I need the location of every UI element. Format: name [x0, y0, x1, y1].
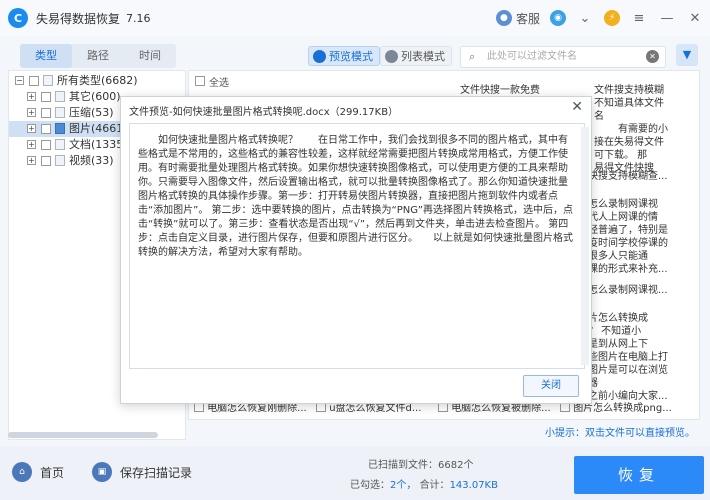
title-bar: C 失易得数据恢复 7.16 ● 客服 ◉ ⌄ ⚡ ≡ — ✕ — [0, 0, 710, 36]
filter-icon: ▼ — [682, 48, 692, 61]
tree-item-label: 视频(33) — [69, 154, 114, 167]
horizontal-scrollbar[interactable] — [8, 432, 158, 438]
expand-icon[interactable]: + — [27, 124, 36, 133]
sidebar-tabs: 类型 路径 时间 — [20, 44, 176, 68]
tab-path[interactable]: 路径 — [72, 44, 124, 68]
tip-text: 小提示：双击文件可以直接预览。 — [545, 424, 695, 439]
close-window-icon[interactable]: ✕ — [686, 11, 704, 26]
tree-item-label: 所有类型(6682) — [57, 74, 138, 87]
customer-service-label: 客服 — [515, 11, 540, 26]
dropdown-menu-icon[interactable]: ⌄ — [576, 11, 594, 26]
customer-service-button[interactable]: ● 客服 — [495, 10, 540, 27]
selection-summary: 已勾选：2个， 合计：143.07KB — [350, 480, 498, 491]
file-icon — [55, 91, 65, 102]
folder-icon — [43, 75, 53, 86]
thumbnail-caption: 怎么录制网课视... — [588, 285, 668, 296]
file-name: 电脑怎么恢复被删除... — [451, 403, 551, 414]
app-logo-icon: C — [8, 8, 28, 28]
checkbox[interactable] — [41, 140, 51, 150]
file-preview-dialog: 文件预览-如何快速批量图片格式转换呢.docx（299.17KB） ✕ 如何快速… — [120, 96, 592, 404]
checkbox[interactable] — [41, 108, 51, 118]
thumbnail-caption: 片怎么转换成 ？ 不知道小 是到从网上下 些图片在电脑上打 图片是可以在浏览器 … — [588, 313, 668, 402]
dialog-close-button[interactable]: 关闭 — [523, 375, 579, 397]
document-icon — [55, 139, 65, 150]
clear-search-icon[interactable]: ✕ — [646, 50, 659, 63]
list-icon — [385, 50, 398, 63]
qq-button[interactable]: ◉ — [550, 10, 566, 26]
tree-item-label: 其它(600) — [69, 90, 121, 103]
save-scan-record-button[interactable]: ▣ 保存扫描记录 — [92, 462, 192, 482]
list-mode-button[interactable]: 列表模式 — [380, 46, 452, 66]
save-icon: ▣ — [92, 462, 112, 482]
thumbnail-caption: 怎么录制网课视 代人上网课的情 经普遍了，特别是 疫时间学校停课的 很多人只能通… — [588, 199, 668, 275]
expand-icon[interactable]: + — [27, 140, 36, 149]
user-icon: ● — [495, 10, 512, 26]
app-version: 7.16 — [126, 11, 151, 25]
document-preview-text: 如何快速批量图片格式转换呢？ 在日常工作中，我们会找到很多不同的图片格式，其中有… — [129, 123, 585, 369]
menu-icon[interactable]: ≡ — [630, 11, 648, 26]
filter-button[interactable]: ▼ — [676, 44, 698, 66]
tip-prefix: 小提示： — [545, 428, 585, 439]
preview-mode-label: 预览模式 — [329, 50, 373, 63]
tab-type[interactable]: 类型 — [20, 44, 72, 68]
checkbox[interactable] — [41, 92, 51, 102]
minimize-icon[interactable]: — — [658, 11, 676, 26]
scan-count-text: 已扫描到文件：6682个 — [368, 460, 474, 471]
thumbnail-caption: 快搜支持模糊查... — [588, 171, 668, 182]
search-placeholder: 此处可以过滤文件名 — [487, 51, 577, 62]
select-all-label: 全选 — [209, 78, 229, 89]
file-name: u盘怎么恢复文件d... — [329, 403, 422, 414]
video-icon — [55, 155, 65, 166]
checkbox[interactable] — [41, 156, 51, 166]
home-label: 首页 — [40, 465, 65, 480]
search-input[interactable]: ⌕ 此处可以过滤文件名 ✕ — [460, 46, 666, 68]
preview-mode-button[interactable]: 预览模式 — [308, 46, 380, 66]
home-icon: ⌂ — [12, 462, 32, 482]
tree-item-label: 文档(1335) — [69, 138, 128, 151]
search-icon: ⌕ — [469, 50, 476, 63]
qq-icon: ◉ — [550, 10, 566, 26]
grid-icon — [313, 50, 326, 63]
expand-icon[interactable]: + — [27, 108, 36, 117]
home-button[interactable]: ⌂ 首页 — [12, 462, 64, 482]
tree-item-label: 压缩(53) — [69, 106, 114, 119]
tree-item-label: 图片(4661) — [69, 122, 128, 135]
checkbox[interactable] — [41, 124, 51, 134]
tab-time[interactable]: 时间 — [124, 44, 176, 68]
vip-icon: ⚡ — [604, 10, 620, 26]
select-all-checkbox[interactable] — [195, 76, 205, 86]
file-name: 电脑怎么恢复刚删除... — [207, 403, 307, 414]
thumbnail-caption: 文件搜支持模糊 不知道具体文件名 有需要的小 接在失易得文件 可下载。 那 易得… — [594, 85, 668, 174]
image-icon — [55, 123, 65, 134]
dialog-title: 文件预览-如何快速批量图片格式转换呢.docx（299.17KB） — [129, 107, 399, 118]
collapse-icon[interactable]: − — [15, 76, 24, 85]
file-name: 图片怎么转换成png... — [573, 403, 672, 414]
recover-button[interactable]: 恢复 — [574, 456, 704, 494]
save-scan-label: 保存扫描记录 — [120, 465, 193, 480]
expand-icon[interactable]: + — [27, 156, 36, 165]
tip-body: 双击文件可以直接预览。 — [585, 428, 695, 439]
dialog-scrollbar[interactable] — [581, 127, 589, 365]
zip-icon — [55, 107, 65, 118]
checkbox[interactable] — [29, 76, 39, 86]
expand-icon[interactable]: + — [27, 92, 36, 101]
tree-item-all[interactable]: − 所有类型(6682) — [9, 73, 185, 89]
list-mode-label: 列表模式 — [401, 50, 445, 63]
dialog-close-icon[interactable]: ✕ — [571, 99, 583, 115]
app-title: 失易得数据恢复 — [36, 11, 121, 26]
vip-button[interactable]: ⚡ — [604, 10, 620, 26]
